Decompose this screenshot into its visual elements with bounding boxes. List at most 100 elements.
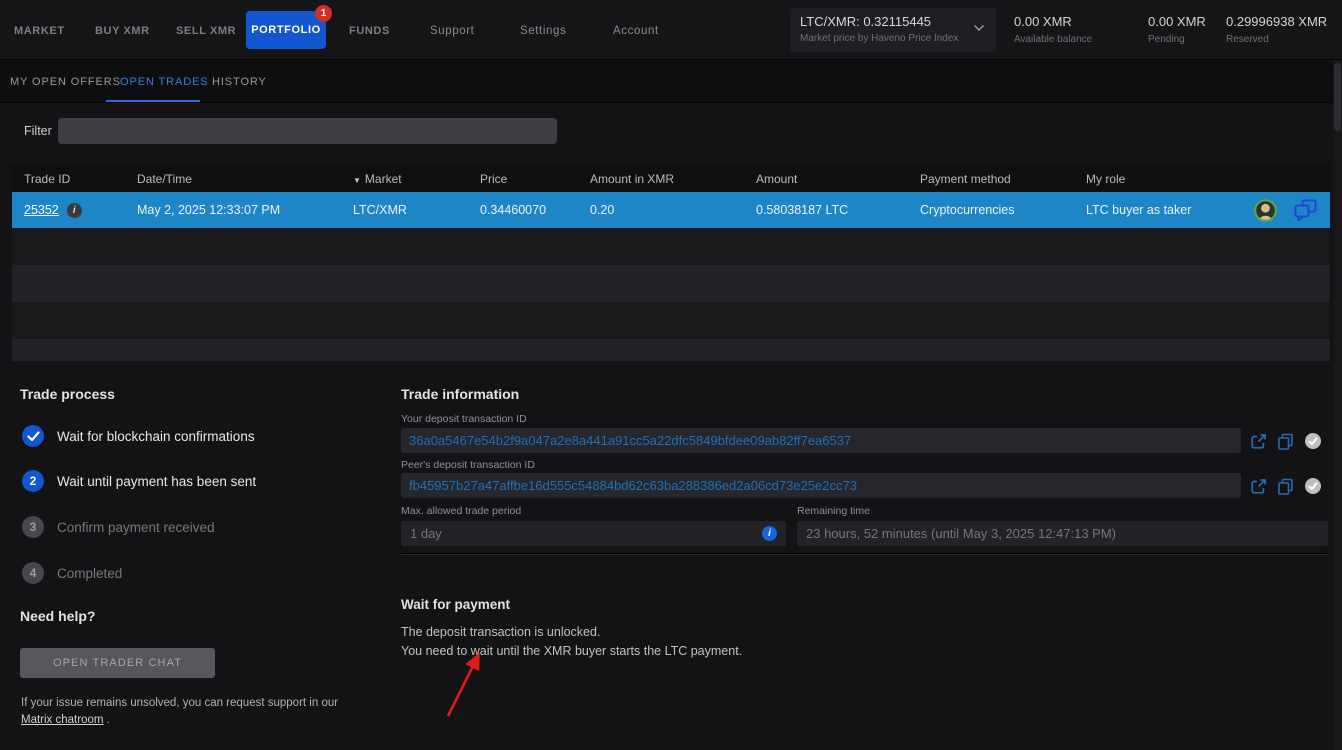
market-price-source: Market price by Haveno Price Index	[800, 33, 986, 44]
chevron-down-icon	[973, 24, 985, 32]
cell-payment-method: Cryptocurrencies	[908, 203, 1074, 217]
balance-reserved-label: Reserved	[1226, 34, 1327, 45]
notification-badge: 1	[315, 5, 332, 22]
peer-avatar[interactable]	[1254, 199, 1277, 222]
section-divider	[401, 553, 1328, 555]
cell-datetime: May 2, 2025 12:33:07 PM	[125, 203, 341, 217]
market-price-dropdown[interactable]: LTC/XMR: 0.32115445 Market price by Have…	[790, 8, 996, 52]
sort-desc-icon: ▼	[353, 176, 361, 185]
tab-my-open-offers[interactable]: MY OPEN OFFERS	[10, 76, 121, 88]
balance-pending-value: 0.00 XMR	[1148, 14, 1206, 29]
wait-for-payment-title: Wait for payment	[401, 597, 510, 612]
your-txid-value[interactable]: 36a0a5467e54b2f9a047a2e8a441a91cc5a22dfc…	[401, 428, 1241, 453]
step-label: Confirm payment received	[57, 520, 215, 535]
nav-portfolio-label: PORTFOLIO	[251, 24, 321, 36]
annotation-arrow	[437, 645, 491, 723]
col-amount-xmr[interactable]: Amount in XMR	[578, 172, 744, 186]
balance-available-label: Available balance	[1014, 34, 1092, 45]
tab-history[interactable]: HISTORY	[212, 76, 267, 88]
nav-account[interactable]: Account	[613, 25, 659, 37]
nav-sell-xmr[interactable]: SELL XMR	[176, 25, 236, 37]
step-wait-payment-sent: 2 Wait until payment has been sent	[22, 470, 256, 492]
col-payment-method[interactable]: Payment method	[908, 172, 1074, 186]
open-trades-table: Trade ID Date/Time ▼Market Price Amount …	[12, 165, 1330, 361]
step-number: 4	[22, 562, 44, 584]
scrollbar-thumb[interactable]	[1334, 63, 1341, 131]
confirmed-check-icon	[1304, 477, 1322, 495]
col-my-role[interactable]: My role	[1074, 172, 1330, 186]
nav-market[interactable]: MARKET	[14, 25, 65, 37]
nav-settings[interactable]: Settings	[520, 25, 566, 37]
nav-portfolio[interactable]: PORTFOLIO 1	[246, 11, 326, 49]
step-wait-blockchain: Wait for blockchain confirmations	[22, 425, 255, 447]
balance-available: 0.00 XMR Available balance	[1014, 14, 1092, 45]
peer-txid-value[interactable]: fb45957b27a47affbe16d555c54884bd62c63ba2…	[401, 473, 1241, 498]
copy-txid-icon[interactable]	[1277, 433, 1294, 450]
balance-reserved-value: 0.29996938 XMR	[1226, 14, 1327, 29]
step-label: Wait until payment has been sent	[57, 474, 256, 489]
col-trade-id[interactable]: Trade ID	[12, 172, 125, 186]
active-tab-underline	[106, 100, 200, 102]
step-done-check-icon	[22, 425, 44, 447]
market-price-value: LTC/XMR: 0.32115445	[800, 14, 986, 29]
table-row-empty	[12, 339, 1330, 361]
col-price[interactable]: Price	[468, 172, 578, 186]
col-datetime[interactable]: Date/Time	[125, 172, 341, 186]
trade-period-value: 1 day i	[401, 521, 786, 546]
col-market[interactable]: ▼Market	[341, 172, 468, 186]
trade-id-link[interactable]: 25352	[24, 203, 59, 217]
period-info-icon[interactable]: i	[762, 526, 777, 541]
table-header-row: Trade ID Date/Time ▼Market Price Amount …	[12, 165, 1330, 192]
support-help-line: If your issue remains unsolved, you can …	[21, 697, 338, 709]
balance-pending: 0.00 XMR Pending	[1148, 14, 1206, 45]
cell-price: 0.34460070	[468, 203, 578, 217]
trade-process-title: Trade process	[20, 386, 115, 402]
balance-reserved: 0.29996938 XMR Reserved	[1226, 14, 1327, 45]
remaining-time-value: 23 hours, 52 minutes (until May 3, 2025 …	[797, 521, 1328, 546]
cell-amount: 0.58038187 LTC	[744, 203, 908, 217]
haveno-app-window: MARKET BUY XMR SELL XMR PORTFOLIO 1 FUND…	[0, 0, 1342, 750]
top-nav-bar: MARKET BUY XMR SELL XMR PORTFOLIO 1 FUND…	[0, 0, 1342, 60]
cell-my-role: LTC buyer as taker	[1086, 203, 1191, 217]
open-block-explorer-icon[interactable]	[1250, 433, 1267, 450]
step-label: Wait for blockchain confirmations	[57, 429, 255, 444]
step-number: 3	[22, 516, 44, 538]
tab-open-trades[interactable]: OPEN TRADES	[120, 76, 209, 88]
trader-chat-icon[interactable]	[1293, 199, 1318, 221]
copy-txid-icon[interactable]	[1277, 478, 1294, 495]
balance-available-value: 0.00 XMR	[1014, 14, 1092, 29]
help-text-suffix: .	[103, 714, 109, 726]
step-confirm-payment: 3 Confirm payment received	[22, 516, 215, 538]
nav-funds[interactable]: FUNDS	[349, 25, 390, 37]
open-trader-chat-button[interactable]: OPEN TRADER CHAT	[20, 648, 215, 678]
cell-amount-xmr: 0.20	[578, 203, 744, 217]
wait-for-payment-line1: The deposit transaction is unlocked.	[401, 625, 600, 639]
table-row-empty	[12, 228, 1330, 265]
support-help-text: If your issue remains unsolved, you can …	[21, 695, 351, 729]
matrix-chatroom-link[interactable]: Matrix chatroom	[21, 714, 103, 726]
trade-period-label: Max. allowed trade period	[401, 505, 521, 517]
need-help-title: Need help?	[20, 608, 95, 624]
peer-txid-label: Peer's deposit transaction ID	[401, 459, 535, 471]
trade-info-icon[interactable]: i	[67, 203, 82, 218]
table-row-empty	[12, 302, 1330, 339]
open-block-explorer-icon[interactable]	[1250, 478, 1267, 495]
filter-label: Filter	[24, 124, 52, 138]
nav-buy-xmr[interactable]: BUY XMR	[95, 25, 150, 37]
step-label: Completed	[57, 566, 122, 581]
step-number: 2	[22, 470, 44, 492]
col-amount[interactable]: Amount	[744, 172, 908, 186]
confirmed-check-icon	[1304, 432, 1322, 450]
vertical-scrollbar[interactable]	[1333, 61, 1342, 750]
your-txid-label: Your deposit transaction ID	[401, 413, 527, 425]
step-completed: 4 Completed	[22, 562, 122, 584]
nav-support[interactable]: Support	[430, 25, 474, 37]
cell-market: LTC/XMR	[341, 203, 468, 217]
portfolio-tab-bar: MY OPEN OFFERS OPEN TRADES HISTORY	[0, 61, 1342, 103]
table-row[interactable]: 25352 i May 2, 2025 12:33:07 PM LTC/XMR …	[12, 192, 1330, 228]
filter-input[interactable]	[58, 118, 557, 144]
remaining-time-label: Remaining time	[797, 505, 870, 517]
table-row-empty	[12, 265, 1330, 302]
trade-information-title: Trade information	[401, 386, 519, 402]
balance-pending-label: Pending	[1148, 34, 1206, 45]
